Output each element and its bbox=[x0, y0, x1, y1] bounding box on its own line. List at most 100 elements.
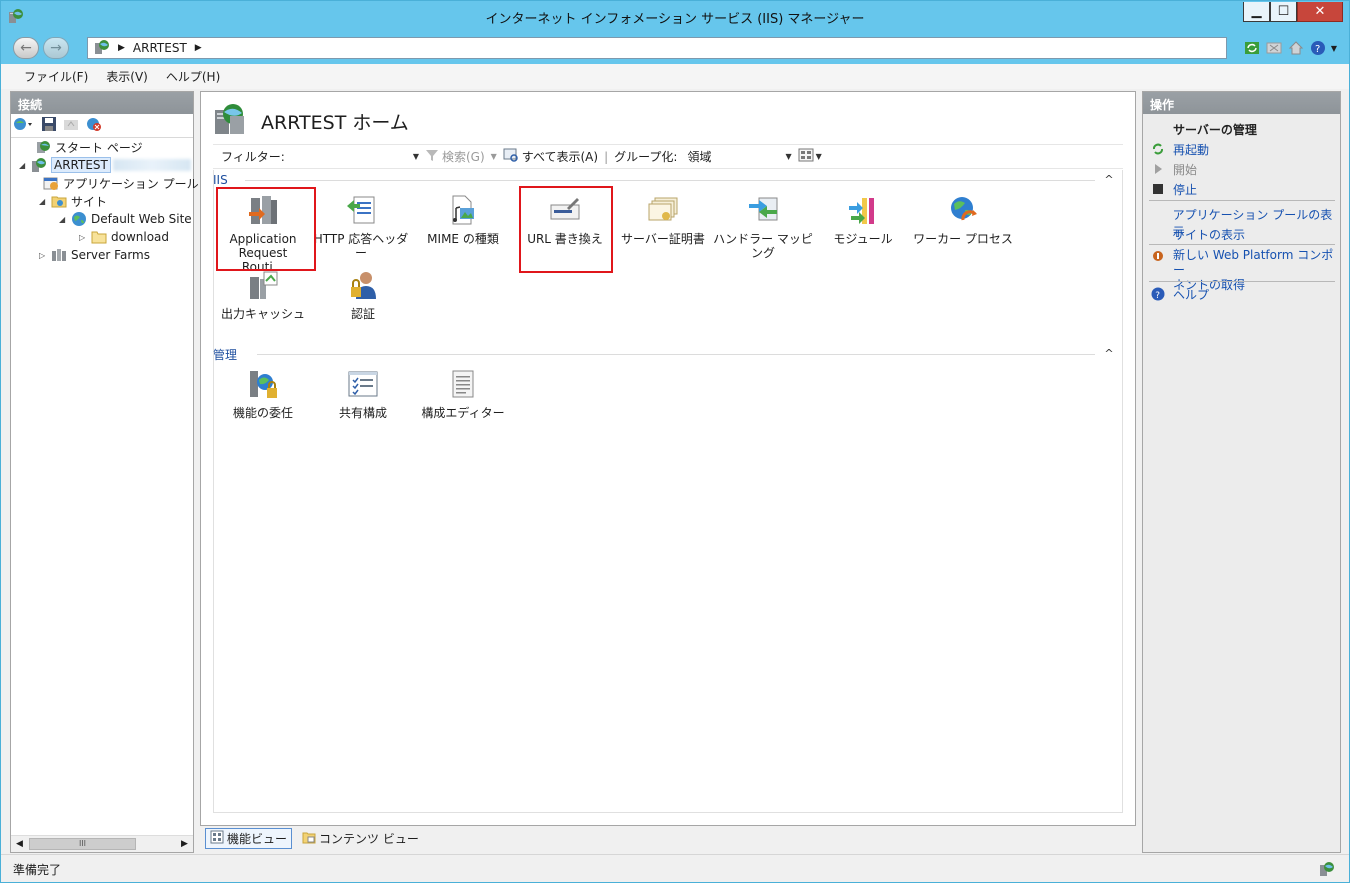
configuration-editor-icon bbox=[446, 367, 480, 401]
show-all-button[interactable]: すべて表示(A) bbox=[522, 148, 598, 165]
feature-output-caching[interactable]: 出力キャッシュ bbox=[213, 268, 313, 321]
actions-divider bbox=[1149, 244, 1335, 245]
status-bar: 準備完了 bbox=[1, 854, 1349, 882]
feature-mime-types[interactable]: MIME の種類 bbox=[413, 193, 513, 246]
breadcrumb-arrtest[interactable]: ARRTEST bbox=[133, 41, 187, 55]
features-list bbox=[213, 170, 1123, 813]
feature-handler-mappings[interactable]: ハンドラー マッピング bbox=[713, 193, 813, 260]
feature-label: 出力キャッシュ bbox=[220, 307, 305, 321]
forward-button[interactable]: → bbox=[43, 37, 69, 59]
minimize-button[interactable]: ▁ bbox=[1243, 2, 1270, 22]
show-all-icon[interactable] bbox=[503, 148, 519, 165]
chevron-down-icon[interactable]: ▼ bbox=[1331, 44, 1337, 53]
refresh-icon[interactable] bbox=[1243, 39, 1261, 57]
save-icon[interactable] bbox=[41, 116, 57, 135]
action-view-sites[interactable]: サイトの表示 bbox=[1151, 226, 1245, 243]
search-button[interactable]: 検索(G) bbox=[442, 148, 485, 165]
feature-delegation-icon bbox=[246, 367, 280, 401]
collapsed-arrow-icon[interactable]: ▷ bbox=[39, 251, 49, 260]
status-text: 準備完了 bbox=[13, 863, 62, 877]
connections-header: 接続 bbox=[11, 92, 193, 114]
home-icon[interactable] bbox=[1287, 39, 1305, 57]
tab-features-view[interactable]: 機能ビュー bbox=[205, 827, 293, 849]
connections-pane: 接続 スタート ページ ◢ ARRTEST アプリケーション プール ◢ サイト… bbox=[10, 91, 199, 853]
connect-icon[interactable] bbox=[13, 116, 35, 135]
tree-item-server-farms[interactable]: ▷ Server Farms bbox=[39, 246, 150, 264]
worker-processes-icon bbox=[946, 193, 980, 227]
authentication-icon bbox=[346, 268, 380, 302]
page-title-area: ARRTEST ホーム bbox=[213, 102, 409, 141]
stop-loading-icon[interactable] bbox=[1265, 39, 1283, 57]
feature-authentication[interactable]: 認証 bbox=[313, 268, 413, 321]
disconnect-icon[interactable] bbox=[85, 116, 103, 135]
mime-types-icon bbox=[446, 193, 480, 227]
filter-dropdown-icon[interactable]: ▼ bbox=[413, 152, 419, 161]
feature-label: ワーカー プロセス bbox=[913, 232, 1013, 246]
svg-text:?: ? bbox=[1155, 291, 1160, 301]
feature-http-response-headers[interactable]: HTTP 応答ヘッダー bbox=[311, 193, 411, 260]
group-by-select[interactable]: 領域 bbox=[687, 148, 779, 165]
tree-item-label: ARRTEST bbox=[51, 157, 111, 173]
breadcrumb-separator-icon[interactable]: ▶ bbox=[195, 43, 202, 53]
connections-toolbar bbox=[11, 114, 193, 138]
expand-arrow-icon[interactable]: ◢ bbox=[39, 197, 49, 206]
modules-icon bbox=[846, 193, 880, 227]
navigation-bar: ← → ▶ ARRTEST ▶ ? ▼ bbox=[1, 32, 1349, 64]
back-arrow-icon: ← bbox=[20, 40, 32, 56]
menu-help[interactable]: ヘルプ(H) bbox=[157, 68, 229, 85]
feature-server-certificates[interactable]: サーバー証明書 bbox=[613, 193, 713, 246]
back-button[interactable]: ← bbox=[13, 37, 39, 59]
expand-arrow-icon[interactable]: ◢ bbox=[59, 215, 69, 224]
search-dropdown-icon[interactable]: ▼ bbox=[491, 152, 497, 161]
http-headers-icon bbox=[344, 193, 378, 227]
feature-shared-configuration[interactable]: 共有構成 bbox=[313, 367, 413, 420]
collapse-iis-icon[interactable]: ^ bbox=[1103, 174, 1115, 186]
tree-item-download[interactable]: ▷ download bbox=[79, 228, 169, 246]
tree-item-app-pools[interactable]: アプリケーション プール bbox=[43, 174, 199, 192]
server-farms-icon bbox=[51, 247, 67, 263]
filter-input[interactable] bbox=[288, 148, 407, 165]
handler-mappings-icon bbox=[746, 193, 780, 227]
tree-item-label: アプリケーション プール bbox=[63, 176, 199, 191]
menu-file[interactable]: ファイル(F) bbox=[15, 68, 97, 85]
tree-item-label: Server Farms bbox=[71, 248, 150, 262]
close-button[interactable]: ✕ bbox=[1297, 2, 1343, 22]
view-mode-dropdown-icon[interactable]: ▼ bbox=[816, 152, 822, 161]
tab-content-view[interactable]: コンテンツ ビュー bbox=[298, 829, 423, 848]
web-platform-icon bbox=[1151, 249, 1165, 263]
scroll-thumb[interactable]: III bbox=[29, 838, 136, 850]
menu-view[interactable]: 表示(V) bbox=[97, 68, 157, 85]
manage-server-heading: サーバーの管理 bbox=[1173, 123, 1257, 137]
feature-delegation[interactable]: 機能の委任 bbox=[213, 367, 313, 420]
funnel-icon[interactable] bbox=[425, 148, 439, 165]
collapse-management-icon[interactable]: ^ bbox=[1103, 348, 1115, 360]
maximize-button[interactable]: ☐ bbox=[1270, 2, 1297, 22]
server-home-icon bbox=[213, 102, 247, 141]
feature-label: 共有構成 bbox=[338, 406, 387, 420]
action-stop[interactable]: 停止 bbox=[1151, 181, 1197, 198]
up-level-icon bbox=[63, 116, 79, 135]
tree-item-default-web-site[interactable]: ◢ Default Web Site bbox=[59, 210, 192, 228]
action-help[interactable]: ? ヘルプ bbox=[1151, 286, 1209, 303]
scroll-left-icon[interactable]: ◀ bbox=[11, 836, 28, 852]
address-bar[interactable]: ▶ ARRTEST ▶ bbox=[87, 37, 1227, 59]
feature-configuration-editor[interactable]: 構成エディター bbox=[413, 367, 513, 420]
tree-item-arrtest[interactable]: ◢ ARRTEST bbox=[19, 156, 191, 174]
tree-item-sites[interactable]: ◢ サイト bbox=[39, 192, 107, 210]
tree-item-label: スタート ページ bbox=[55, 140, 143, 155]
action-restart[interactable]: 再起動 bbox=[1151, 141, 1209, 158]
tree-item-start-page[interactable]: スタート ページ bbox=[23, 138, 143, 156]
group-by-dropdown-icon[interactable]: ▼ bbox=[785, 152, 791, 161]
feature-modules[interactable]: モジュール bbox=[813, 193, 913, 246]
feature-worker-processes[interactable]: ワーカー プロセス bbox=[913, 193, 1013, 246]
collapsed-arrow-icon[interactable]: ▷ bbox=[79, 233, 89, 242]
help-dropdown-icon[interactable]: ? bbox=[1309, 39, 1327, 57]
scroll-right-icon[interactable]: ▶ bbox=[176, 836, 193, 852]
expand-arrow-icon[interactable]: ◢ bbox=[19, 161, 29, 170]
tree-item-label: サイト bbox=[71, 194, 108, 209]
horizontal-scrollbar[interactable]: ◀ III ▶ bbox=[11, 835, 193, 852]
title-bar: インターネット インフォメーション サービス (IIS) マネージャー ▁ ☐ … bbox=[1, 1, 1349, 32]
start-page-icon bbox=[35, 139, 51, 155]
view-tabs: 機能ビュー コンテンツ ビュー bbox=[205, 827, 423, 849]
view-mode-icon[interactable] bbox=[798, 148, 814, 165]
